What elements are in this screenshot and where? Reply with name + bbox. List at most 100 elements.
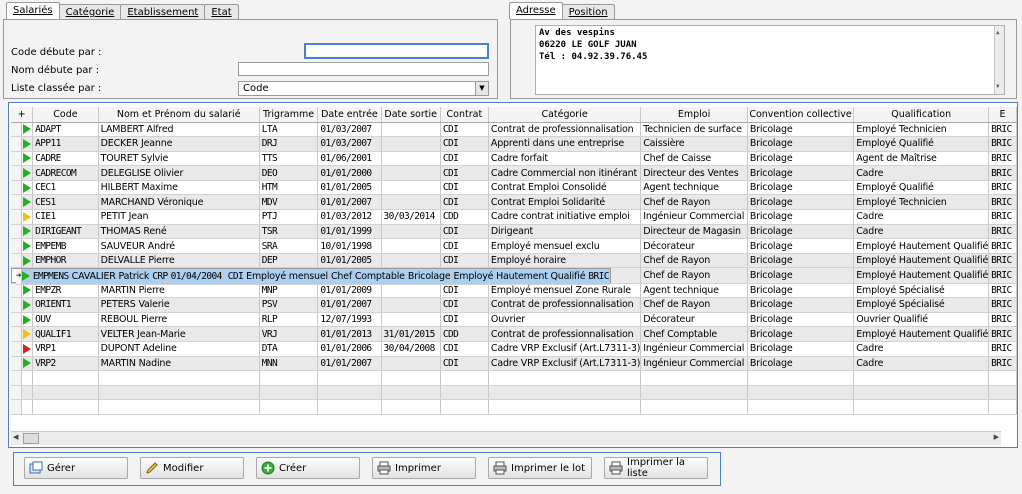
tab-salaries[interactable]: Salariés xyxy=(6,2,60,19)
table-cell[interactable]: Bricolage xyxy=(747,194,855,211)
table-cell[interactable]: CDI xyxy=(440,180,489,196)
table-cell[interactable]: Employé horaire xyxy=(488,253,642,269)
table-cell[interactable]: 01/01/1999 xyxy=(317,224,382,240)
column-header[interactable]: Contrat xyxy=(440,107,489,123)
table-cell[interactable]: 01/01/2007 xyxy=(317,194,382,211)
table-cell[interactable]: DEP xyxy=(259,253,319,269)
column-menu-icon[interactable]: + xyxy=(11,107,34,123)
table-cell[interactable]: Agent de Maîtrise xyxy=(853,151,990,167)
table-cell[interactable]: CDI xyxy=(440,283,489,299)
table-cell[interactable]: Chef de Rayon xyxy=(640,194,748,211)
table-cell[interactable]: BRIC xyxy=(988,224,1017,240)
table-cell[interactable]: CDI xyxy=(440,356,489,372)
table-cell[interactable]: 01/01/2007 xyxy=(317,297,382,313)
table-cell[interactable]: Contrat de professionnalisation xyxy=(488,297,642,313)
table-cell[interactable]: Cadre xyxy=(853,356,990,372)
table-row[interactable]: QUALIF1 VELTER Jean-Marie VRJ 01/01/2013 31/… xyxy=(11,326,1017,342)
table-cell[interactable]: CDI xyxy=(440,165,489,181)
table-cell[interactable]: CDI xyxy=(440,194,489,211)
table-cell[interactable]: Bricolage xyxy=(747,238,855,254)
table-cell[interactable]: VELTER Jean-Marie xyxy=(98,326,260,342)
table-cell[interactable]: TTS xyxy=(259,151,319,167)
scrollbar-thumb[interactable] xyxy=(23,433,39,444)
table-cell[interactable]: CADRECOM xyxy=(32,165,99,181)
table-cell[interactable]: BRIC xyxy=(988,194,1017,211)
table-cell[interactable]: 01/06/2001 xyxy=(317,151,382,167)
table-cell[interactable]: Contrat Emploi Consolidé xyxy=(488,180,642,196)
table-cell[interactable]: Chef Comptable xyxy=(640,326,748,342)
table-cell[interactable]: CAVALIER Patrick xyxy=(69,269,151,285)
table-cell[interactable]: Employé Technicien xyxy=(853,122,990,138)
table-cell[interactable]: TSR xyxy=(259,224,319,240)
table-cell[interactable]: Contrat de professionnalisation xyxy=(488,326,642,342)
table-cell[interactable]: DELVALLE Pierre xyxy=(98,253,260,269)
table-cell[interactable]: Cadre VRP Exclusif (Art.L7311-3) xyxy=(488,341,642,357)
table-cell[interactable]: BRIC xyxy=(988,297,1017,313)
table-cell[interactable]: CES1 xyxy=(32,194,99,211)
table-row[interactable]: CES1 MARCHAND Véronique MDV 01/01/2007 CDI Co… xyxy=(11,194,1017,211)
table-cell[interactable]: Ouvrier xyxy=(488,312,642,328)
table-cell[interactable]: CDI xyxy=(440,122,489,138)
table-cell[interactable]: Chef Comptable xyxy=(328,269,406,285)
table-cell[interactable] xyxy=(381,224,441,240)
table-cell[interactable]: HILBERT Maxime xyxy=(98,180,260,196)
column-header[interactable]: Date sortie xyxy=(381,107,441,123)
table-cell[interactable]: Cadre xyxy=(853,341,990,357)
table-cell[interactable]: MARTIN Pierre xyxy=(98,283,260,299)
table-cell[interactable]: DRJ xyxy=(259,136,319,152)
table-cell[interactable]: EMPMENS xyxy=(30,269,70,285)
table-cell[interactable]: Cadre xyxy=(853,224,990,240)
table-cell[interactable]: Employé Hautement Qualifié xyxy=(853,238,990,254)
table-cell[interactable]: BRIC xyxy=(988,341,1017,357)
table-cell[interactable] xyxy=(381,238,441,254)
table-cell[interactable]: 31/01/2015 xyxy=(381,326,441,342)
table-cell[interactable]: Chef de Caisse xyxy=(640,151,748,167)
table-cell[interactable]: DUPONT Adeline xyxy=(98,341,260,357)
table-cell[interactable]: Bricolage xyxy=(747,297,855,313)
table-cell[interactable]: Employé Spécialisé xyxy=(853,283,990,299)
row-indicator[interactable] xyxy=(11,356,23,372)
table-cell[interactable]: MARTIN Nadine xyxy=(98,356,260,372)
row-indicator[interactable] xyxy=(11,151,23,167)
table-cell[interactable]: Bricolage xyxy=(747,268,855,284)
column-header[interactable]: Date entrée xyxy=(317,107,382,123)
tab-adresse[interactable]: Adresse xyxy=(509,2,563,19)
table-cell[interactable]: MNN xyxy=(259,356,319,372)
table-cell[interactable]: Employé mensuel Zone Rurale xyxy=(488,283,642,299)
table-cell[interactable]: APP11 xyxy=(32,136,99,152)
table-cell[interactable]: BRIC xyxy=(988,283,1017,299)
table-cell[interactable]: 10/01/1998 xyxy=(317,238,382,254)
table-cell[interactable]: EMPEMB xyxy=(32,238,99,254)
table-cell[interactable]: BRIC xyxy=(988,122,1017,138)
table-cell[interactable]: CIE1 xyxy=(32,209,99,225)
table-cell[interactable]: MDV xyxy=(259,194,319,211)
scroll-down-icon[interactable]: ▼ xyxy=(996,81,1000,93)
table-cell[interactable]: DELEGLISE Olivier xyxy=(98,165,260,181)
column-header[interactable]: Catégorie xyxy=(488,107,642,123)
table-cell[interactable]: Employé mensuel exclu xyxy=(488,238,642,254)
table-cell[interactable]: ORIENT1 xyxy=(32,297,99,313)
table-cell[interactable] xyxy=(381,165,441,181)
table-cell[interactable]: Employé Qualifié xyxy=(853,136,990,152)
table-cell[interactable]: 01/01/2009 xyxy=(317,283,382,299)
table-cell[interactable]: Employé Hautement Qualifié xyxy=(853,268,990,284)
modifier-button[interactable]: Modifier xyxy=(140,457,244,479)
creer-button[interactable]: Créer xyxy=(256,457,360,479)
table-cell[interactable] xyxy=(381,122,441,138)
column-header[interactable]: Trigramme xyxy=(259,107,319,123)
table-cell[interactable]: SRA xyxy=(259,238,319,254)
table-cell[interactable]: Ouvrier Qualifié xyxy=(853,312,990,328)
sort-select[interactable]: Code ▼ xyxy=(238,81,489,96)
table-cell[interactable] xyxy=(381,283,441,299)
table-cell[interactable]: Cadre contrat initiative emploi xyxy=(488,209,642,225)
table-cell[interactable]: 01/01/2007 xyxy=(317,356,382,372)
table-row[interactable]: CIE1 PETIT Jean PTJ 01/03/2012 30/03/2014 CDD… xyxy=(11,209,1017,225)
scroll-up-icon[interactable]: ▲ xyxy=(996,27,1000,39)
nom-filter-input[interactable] xyxy=(238,62,489,76)
table-cell[interactable]: Employé Spécialisé xyxy=(853,297,990,313)
table-cell[interactable]: Décorateur xyxy=(640,238,748,254)
table-cell[interactable]: VRJ xyxy=(259,326,319,342)
table-cell[interactable]: Agent technique xyxy=(640,180,748,196)
table-cell[interactable]: Ingénieur Commercial xyxy=(640,209,748,225)
table-cell[interactable]: 01/01/2005 xyxy=(317,253,382,269)
